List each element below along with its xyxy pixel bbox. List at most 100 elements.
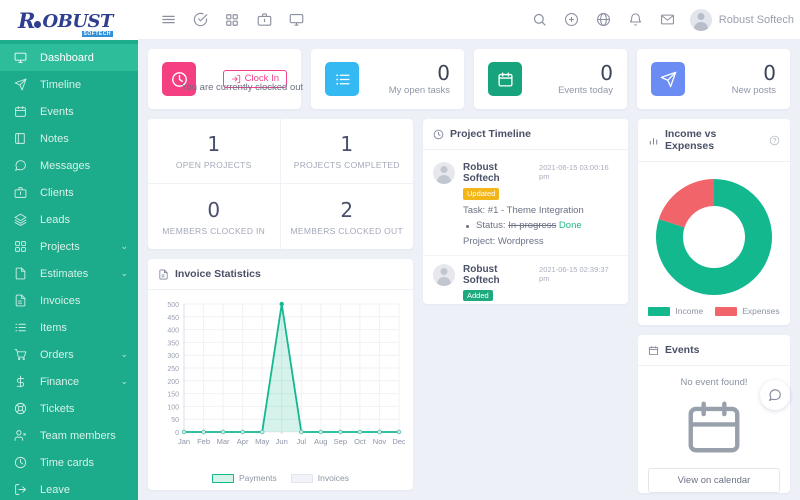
sidebar-item-invoices[interactable]: Invoices [0, 287, 138, 314]
sidebar-item-label: Events [40, 105, 74, 118]
timeline-entries: Robust Softech 2021-06-15 03:00:16 pm Upda… [423, 150, 628, 304]
mail-icon[interactable] [652, 4, 684, 36]
sidebar-item-label: Estimates [40, 267, 89, 280]
hamburger-icon[interactable] [152, 4, 184, 36]
legend-swatch [648, 306, 671, 316]
stat-label: My open tasks [388, 85, 450, 96]
left-column: 1 OPEN PROJECTS 1 PROJECTS COMPLETED 0 MEMBER… [148, 119, 413, 500]
chart-legend-item[interactable]: Payments [212, 473, 277, 483]
timeline-entry: Robust Softech 2021-06-15 03:00:16 pm Upda… [423, 154, 628, 256]
logo[interactable]: R OBUST SOFTECH [0, 0, 138, 40]
chart-legend-item[interactable]: Invoices [290, 473, 349, 483]
timeline-meta: Robust Softech 2021-06-15 03:00:16 pm [463, 162, 618, 184]
sidebar-item-leads[interactable]: Leads [0, 206, 138, 233]
sidebar-item-label: Items [40, 321, 67, 334]
check-circle-icon[interactable] [184, 4, 216, 36]
svg-text:Aug: Aug [314, 437, 327, 446]
sidebar-item-clients[interactable]: Clients [0, 179, 138, 206]
globe-icon[interactable] [588, 4, 620, 36]
grid-icon[interactable] [216, 4, 248, 36]
events-card: Events No event found! View on calendar [638, 335, 790, 493]
sidebar-nav: Dashboard Timeline Events Notes Messages Clie… [0, 40, 138, 500]
sidebar-item-orders[interactable]: Orders ⌄ [0, 341, 138, 368]
project-stat-cell: 0 MEMBERS CLOCKED IN [148, 184, 281, 249]
monitor-icon[interactable] [280, 4, 312, 36]
sidebar-item-events[interactable]: Events [0, 98, 138, 125]
timeline-task-line: Updated Task: #1 - Theme Integration [463, 188, 618, 216]
sidebar-item-label: Invoices [40, 294, 81, 307]
briefcase-icon[interactable] [248, 4, 280, 36]
events-empty-text: No event found! [680, 377, 748, 388]
clock-status-text: You are currently clocked out [181, 82, 304, 93]
svg-text:Dec: Dec [392, 437, 405, 446]
monitor-icon [14, 51, 31, 65]
sidebar-item-label: Team members [40, 429, 116, 442]
sidebar: R OBUST SOFTECH Dashboard Timeline Events N… [0, 0, 138, 500]
svg-text:May: May [255, 437, 269, 446]
sidebar-item-finance[interactable]: Finance ⌄ [0, 368, 138, 395]
legend-swatch [715, 306, 738, 316]
sidebar-item-label: Projects [40, 240, 80, 253]
chat-fab-button[interactable] [760, 380, 790, 410]
svg-text:Jul: Jul [296, 437, 306, 446]
logo-mark: R OBUST SOFTECH [18, 7, 113, 37]
sidebar-item-label: Notes [40, 132, 69, 145]
logo-subtext: SOFTECH [81, 30, 113, 37]
stat-label: Events today [558, 85, 613, 96]
plus-circle-icon[interactable] [556, 4, 588, 36]
timeline-entry-content: Robust Softech 2021-06-15 02:39:37 pm Adde… [463, 264, 618, 305]
stat-card-3: 0 New posts [637, 49, 790, 109]
sidebar-item-projects[interactable]: Projects ⌄ [0, 233, 138, 260]
search-icon[interactable] [524, 4, 556, 36]
invoice-statistics-card: Invoice Statistics 0 50 100 150 200 250 300 350… [148, 259, 413, 490]
sidebar-item-timeline[interactable]: Timeline [0, 71, 138, 98]
sidebar-item-tickets[interactable]: Tickets [0, 395, 138, 422]
donut-legend-item[interactable]: Income [648, 306, 703, 316]
sidebar-item-messages[interactable]: Messages [0, 152, 138, 179]
app-root: R OBUST SOFTECH Dashboard Timeline Events N… [0, 0, 800, 500]
donut-legend-item[interactable]: Expenses [715, 306, 780, 316]
svg-text:Jan: Jan [178, 437, 190, 446]
svg-text:Mar: Mar [217, 437, 230, 446]
tasklist-icon [325, 62, 359, 96]
income-card-header: Income vs Expenses [638, 119, 790, 162]
invoice-chart: 0 50 100 150 200 250 300 350 400 450 500 Jan Feb Mar A… [148, 290, 413, 469]
list-icon [14, 321, 31, 335]
stat-values: 0 My open tasks [359, 62, 450, 96]
bell-icon[interactable] [620, 4, 652, 36]
clock-icon [433, 129, 444, 140]
sidebar-item-leave[interactable]: Leave [0, 476, 138, 500]
topbar: Robust Softech [138, 0, 800, 40]
sidebar-item-dashboard[interactable]: Dashboard [0, 44, 138, 71]
sidebar-item-label: Dashboard [40, 51, 94, 64]
svg-text:Nov: Nov [373, 437, 387, 446]
stat-label: New posts [731, 85, 776, 96]
user-name[interactable]: Robust Softech [719, 14, 794, 26]
legend-swatch [290, 473, 313, 483]
view-on-calendar-button[interactable]: View on calendar [648, 468, 780, 493]
logo-dot-icon [34, 20, 42, 28]
sidebar-item-items[interactable]: Items [0, 314, 138, 341]
help-circle-icon[interactable] [769, 135, 780, 146]
svg-text:150: 150 [167, 392, 179, 399]
timeline-card-header: Project Timeline [423, 119, 628, 150]
timeline-task: Task: #1 - Theme Integration [463, 204, 584, 216]
stat-card-0: Clock In You are currently clocked out [148, 49, 304, 109]
avatar[interactable] [689, 8, 712, 31]
sidebar-item-estimates[interactable]: Estimates ⌄ [0, 260, 138, 287]
svg-text:100: 100 [167, 404, 179, 411]
sidebar-item-notes[interactable]: Notes [0, 125, 138, 152]
timeline-card-title: Project Timeline [450, 128, 531, 140]
project-stat-value: 1 [340, 132, 354, 156]
sidebar-item-team-members[interactable]: Team members [0, 422, 138, 449]
calendar-icon [648, 345, 659, 356]
logo-letter-r: R [18, 7, 35, 33]
timeline-timestamp: 2021-06-15 03:00:16 pm [539, 163, 609, 181]
timeline-project: Project: Wordpress [463, 235, 544, 247]
invoice-card-header: Invoice Statistics [148, 259, 413, 290]
project-stat-cell: 1 OPEN PROJECTS [148, 119, 281, 184]
sidebar-item-time-cards[interactable]: Time cards [0, 449, 138, 476]
invoice-icon [158, 269, 169, 280]
logo-text: OBUST [42, 10, 113, 32]
svg-text:Jun: Jun [276, 437, 288, 446]
